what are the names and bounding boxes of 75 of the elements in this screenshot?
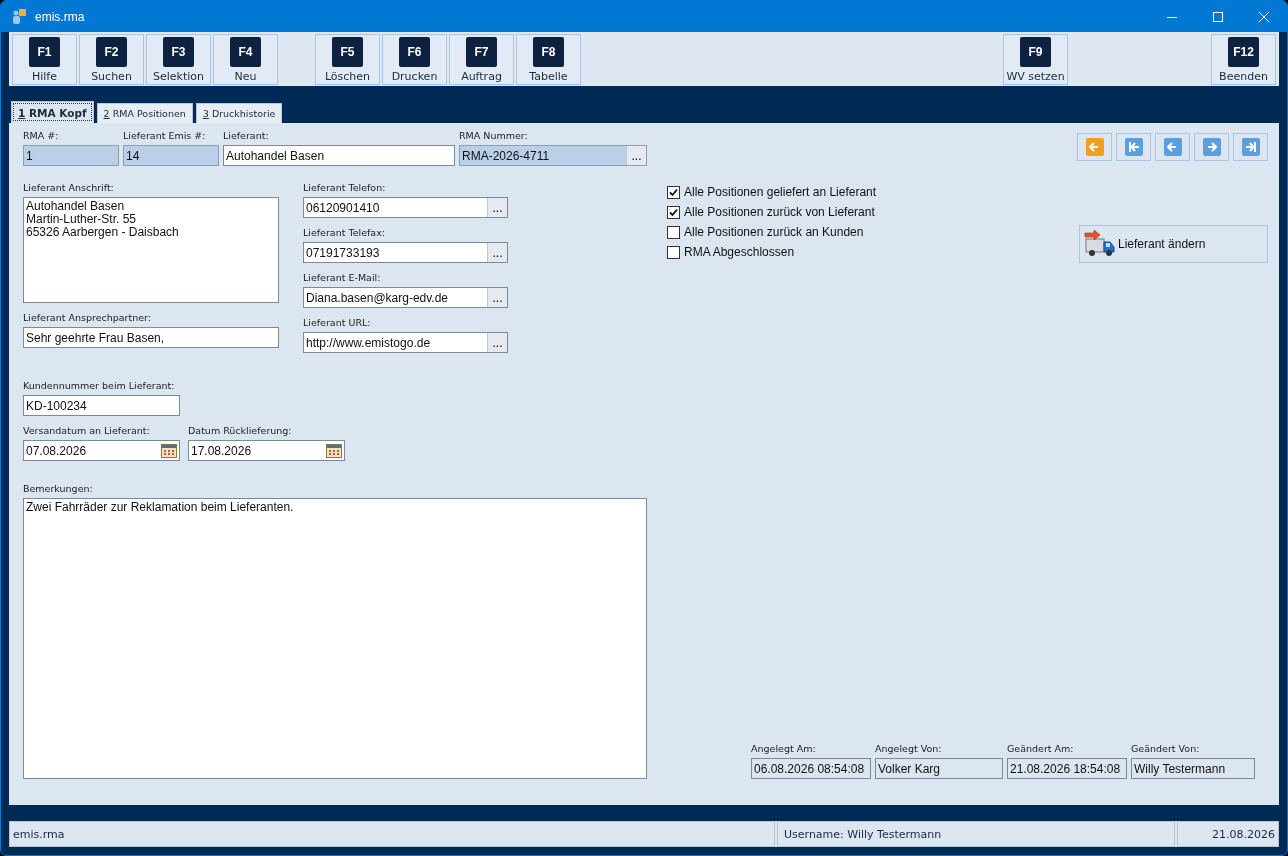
field-label: Bemerkungen:	[23, 483, 94, 496]
field-label: Lieferant URL:	[303, 317, 372, 330]
text-field[interactable]: RMA-2026-4711 ...	[459, 145, 647, 166]
field-label: Geändert Von:	[1131, 743, 1201, 756]
field-label: RMA #:	[23, 130, 60, 143]
status-app-name: emis.rma	[9, 821, 775, 847]
calendar-icon[interactable]	[161, 443, 177, 458]
checkbox-label: Alle Positionen zurück von Lieferant	[684, 205, 875, 219]
field-label: Lieferant:	[223, 130, 270, 143]
date-field[interactable]: 07.08.2026	[23, 440, 180, 461]
text-field[interactable]: Autohandel Basen	[223, 145, 455, 166]
tab[interactable]: 2 RMA Positionen	[96, 103, 193, 123]
calendar-icon[interactable]	[326, 443, 342, 458]
checkbox[interactable]	[667, 185, 680, 199]
text-field[interactable]: 06120901410 ...	[303, 197, 508, 218]
field-label: Angelegt Am:	[751, 743, 817, 756]
field-label: Geändert Am:	[1007, 743, 1075, 756]
last-record-icon	[1241, 138, 1260, 156]
window-title: emis.rma	[35, 9, 86, 24]
text-field[interactable]: http://www.emistogo.de ...	[303, 332, 508, 353]
function-key-button[interactable]: F6 Drucken	[382, 33, 447, 85]
browse-button[interactable]: ...	[487, 333, 507, 352]
checkbox[interactable]	[667, 245, 680, 259]
browse-button[interactable]: ...	[487, 198, 507, 217]
app-icon	[11, 8, 27, 25]
checkbox-label: Alle Positionen zurück an Kunden	[684, 225, 864, 239]
status-username: Username: Willy Testermann	[777, 821, 1175, 847]
tab[interactable]: 3 Druckhistorie	[195, 103, 283, 123]
function-key-button[interactable]: F3 Selektion	[146, 33, 211, 85]
function-key-button[interactable]: F12 Beenden	[1211, 33, 1276, 85]
field-label: Lieferant Emis #:	[123, 130, 207, 143]
field-label: Versandatum an Lieferant:	[23, 425, 151, 438]
text-field[interactable]: 07191733193 ...	[303, 242, 508, 263]
field-label: Datum Rücklieferung:	[188, 425, 293, 438]
text-field[interactable]: 14	[123, 145, 219, 166]
address-textarea[interactable]: Autohandel Basen Martin-Luther-Str. 55 65326 Aarbergen - Daisbach	[23, 197, 279, 303]
nav-button[interactable]	[1116, 133, 1151, 161]
status-date: 21.08.2026	[1177, 821, 1279, 847]
function-key-button[interactable]: F8 Tabelle	[516, 33, 581, 85]
field-label: Lieferant Ansprechpartner:	[23, 312, 153, 325]
truck-icon	[1084, 230, 1116, 258]
text-field[interactable]: 1	[23, 145, 119, 166]
field-label: RMA Nummer:	[459, 130, 529, 143]
first-record-icon	[1124, 138, 1143, 156]
function-key-button[interactable]: F2 Suchen	[79, 33, 144, 85]
field-label: Angelegt Von:	[875, 743, 943, 756]
maximize-icon	[1213, 11, 1223, 22]
checkbox[interactable]	[667, 225, 680, 239]
browse-button[interactable]: ...	[487, 288, 507, 307]
tab[interactable]: 1 RMA Kopf	[11, 101, 94, 123]
text-field[interactable]: Diana.basen@karg-edv.de ...	[303, 287, 508, 308]
function-key-button[interactable]: F5 Löschen	[315, 33, 380, 85]
checkbox[interactable]	[667, 205, 680, 219]
text-field[interactable]: KD-100234	[23, 395, 180, 416]
field-label: Kundennummer beim Lieferant:	[23, 380, 176, 393]
checkbox-label: Alle Positionen geliefert an Lieferant	[684, 185, 877, 199]
browse-button[interactable]: ...	[487, 243, 507, 262]
nav-button[interactable]	[1194, 133, 1229, 161]
checkbox-label: RMA Abgeschlossen	[684, 245, 795, 259]
date-field[interactable]: 17.08.2026	[188, 440, 345, 461]
function-key-button[interactable]: F9 WV setzen	[1003, 33, 1068, 85]
text-field[interactable]: Sehr geehrte Frau Basen,	[23, 327, 279, 348]
nav-button[interactable]	[1233, 133, 1268, 161]
function-key-button[interactable]: F1 Hilfe	[12, 33, 77, 85]
close-icon	[1259, 11, 1269, 22]
field-label: Lieferant Telefon:	[303, 182, 387, 195]
field-label: Lieferant E-Mail:	[303, 272, 382, 285]
function-key-button[interactable]: F7 Auftrag	[449, 33, 514, 85]
field-label: Lieferant Anschrift:	[23, 182, 115, 195]
change-supplier-button[interactable]: Lieferant ändern	[1079, 225, 1268, 263]
remarks-textarea[interactable]: Zwei Fahrräder zur Reklamation beim Lieferanten.	[23, 498, 647, 779]
field-label: Lieferant Telefax:	[303, 227, 386, 240]
nav-button[interactable]	[1155, 133, 1190, 161]
function-key-button[interactable]: F4 Neu	[213, 33, 278, 85]
browse-button[interactable]: ...	[626, 146, 646, 165]
